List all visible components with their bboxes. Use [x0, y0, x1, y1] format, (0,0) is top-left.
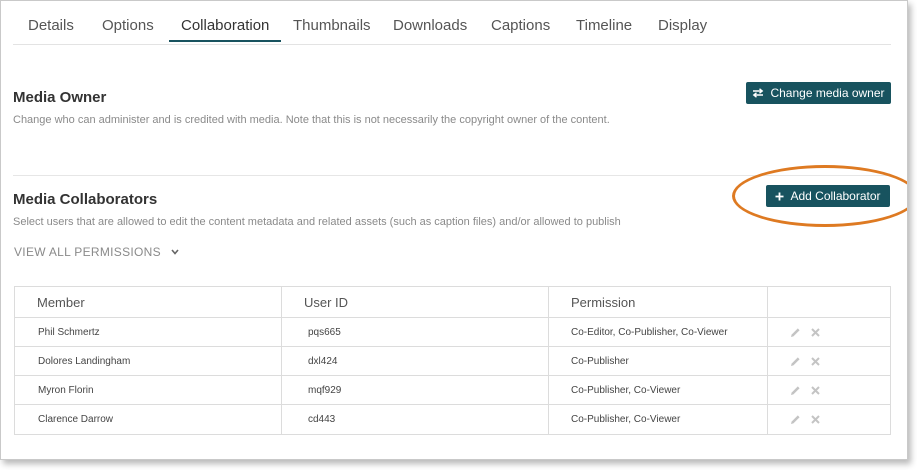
media-owner-title: Media Owner — [13, 89, 107, 106]
plus-icon — [775, 192, 784, 201]
pencil-icon[interactable] — [790, 327, 801, 338]
member-name: Clarence Darrow — [15, 405, 282, 434]
pencil-icon[interactable] — [790, 356, 801, 367]
row-actions — [768, 405, 890, 434]
member-name: Myron Florin — [15, 376, 282, 404]
tab-options[interactable]: Options — [102, 17, 154, 34]
close-icon[interactable] — [811, 385, 820, 395]
row-actions — [768, 376, 890, 404]
tab-display[interactable]: Display — [658, 17, 707, 34]
close-icon[interactable] — [811, 356, 820, 366]
tab-downloads[interactable]: Downloads — [393, 17, 467, 34]
media-collaborators-title: Media Collaborators — [13, 191, 158, 208]
view-all-permissions-label: VIEW ALL PERMISSIONS — [14, 245, 161, 259]
permission: Co-Publisher, Co-Viewer — [549, 405, 768, 434]
user-id: pqs665 — [282, 318, 549, 346]
tab-timeline[interactable]: Timeline — [576, 17, 632, 34]
media-edit-panel: Details Options Collaboration Thumbnails… — [0, 0, 908, 460]
view-all-permissions-toggle[interactable]: VIEW ALL PERMISSIONS — [14, 245, 179, 259]
column-header-user-id: User ID — [282, 287, 549, 317]
tab-bar: Details Options Collaboration Thumbnails… — [13, 1, 891, 45]
add-collaborator-label: Add Collaborator — [790, 189, 881, 203]
user-id: cd443 — [282, 405, 549, 434]
collaborators-table: Member User ID Permission Phil Schmertz … — [14, 286, 891, 435]
swap-arrows-icon — [752, 88, 764, 98]
member-name: Phil Schmertz — [15, 318, 282, 346]
member-name: Dolores Landingham — [15, 347, 282, 375]
tab-thumbnails[interactable]: Thumbnails — [293, 17, 371, 34]
tab-details[interactable]: Details — [28, 17, 74, 34]
column-header-permission: Permission — [549, 287, 768, 317]
column-header-member: Member — [15, 287, 282, 317]
pencil-icon[interactable] — [790, 385, 801, 396]
tab-captions[interactable]: Captions — [491, 17, 550, 34]
row-actions — [768, 347, 890, 375]
section-divider — [13, 175, 891, 176]
chevron-down-icon — [171, 249, 179, 255]
table-row: Clarence Darrow cd443 Co-Publisher, Co-V… — [15, 405, 890, 434]
user-id: mqf929 — [282, 376, 549, 404]
table-row: Phil Schmertz pqs665 Co-Editor, Co-Publi… — [15, 318, 890, 347]
close-icon[interactable] — [811, 415, 820, 424]
add-collaborator-button[interactable]: Add Collaborator — [766, 185, 890, 207]
change-media-owner-button[interactable]: Change media owner — [746, 82, 891, 104]
table-header-row: Member User ID Permission — [15, 287, 890, 318]
table-row: Myron Florin mqf929 Co-Publisher, Co-Vie… — [15, 376, 890, 405]
change-media-owner-label: Change media owner — [770, 86, 885, 100]
tab-collaboration[interactable]: Collaboration — [169, 17, 282, 42]
row-actions — [768, 318, 890, 346]
table-row: Dolores Landingham dxl424 Co-Publisher — [15, 347, 890, 376]
pencil-icon[interactable] — [790, 414, 801, 425]
media-collaborators-description: Select users that are allowed to edit th… — [13, 216, 621, 228]
media-owner-description: Change who can administer and is credite… — [13, 114, 610, 126]
permission: Co-Editor, Co-Publisher, Co-Viewer — [549, 318, 768, 346]
close-icon[interactable] — [811, 327, 820, 337]
permission: Co-Publisher, Co-Viewer — [549, 376, 768, 404]
column-header-actions — [768, 287, 890, 317]
user-id: dxl424 — [282, 347, 549, 375]
permission: Co-Publisher — [549, 347, 768, 375]
